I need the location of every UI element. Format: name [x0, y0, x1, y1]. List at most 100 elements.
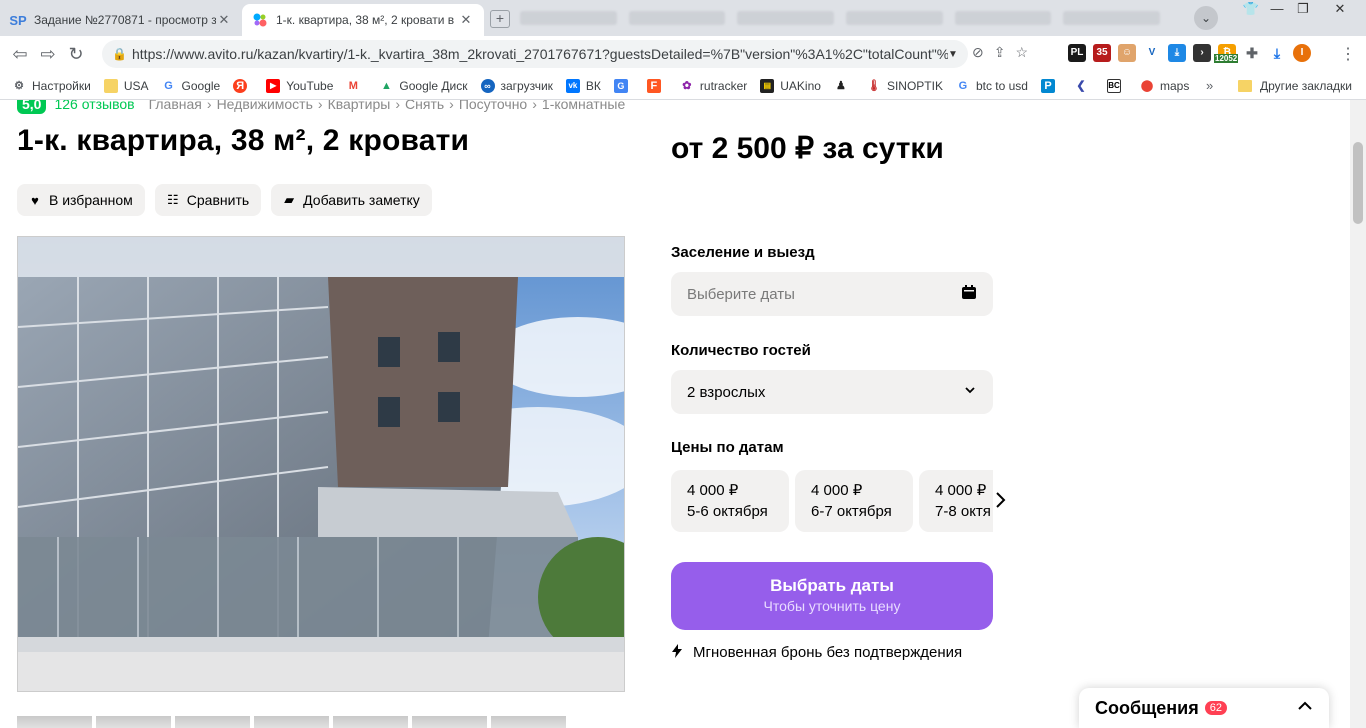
breadcrumb-separator-icon: ›	[395, 100, 401, 112]
breadcrumb-rent[interactable]: Снять	[405, 100, 444, 112]
page-content: 5,0 126 отзывов Главная › Недвижимость ›…	[0, 100, 1350, 728]
minimize-icon[interactable]: —	[1264, 0, 1290, 20]
bookmark-maps[interactable]: ⬤ maps	[1140, 79, 1190, 93]
globe-pl-icon[interactable]: PL	[1068, 44, 1086, 62]
tab-avito[interactable]: 1-к. квартира, 38 м², 2 кровати в ✕	[242, 4, 484, 36]
photo-thumbnail[interactable]	[491, 716, 566, 728]
bitcoin-icon[interactable]: ₿ 12052	[1214, 44, 1239, 63]
share-icon[interactable]: ⇪	[994, 44, 1006, 61]
bookmark-usa[interactable]: USA	[103, 78, 149, 93]
download-box-icon[interactable]: ⤓	[1168, 44, 1186, 62]
url-text[interactable]: https://www.avito.ru/kazan/kvartiry/1-k.…	[132, 46, 948, 62]
p-icon: P	[1040, 78, 1055, 93]
chevron-right-icon[interactable]	[994, 491, 1006, 514]
select-dates-button[interactable]: Выбрать даты Чтобы уточнить цену	[671, 562, 993, 630]
v-icon[interactable]: V	[1143, 44, 1161, 62]
scrollbar-thumb[interactable]	[1353, 142, 1363, 224]
arrow-icon: ❮	[1076, 80, 1086, 92]
tab-task[interactable]: SP Задание №2770871 - просмотр з ✕	[0, 4, 242, 36]
page-scrollbar[interactable]	[1350, 100, 1366, 728]
listing-main-photo[interactable]	[17, 236, 625, 692]
ext-35-icon[interactable]: 35	[1093, 44, 1111, 62]
bookmark-yandex[interactable]: Я	[233, 78, 253, 93]
tab-title: 1-к. квартира, 38 м², 2 кровати в	[276, 13, 455, 27]
bookmark-arrow[interactable]: ❮	[1074, 79, 1094, 93]
star-icon[interactable]: ☆	[1015, 44, 1028, 61]
photo-thumbnail[interactable]	[412, 716, 487, 728]
terminal-icon[interactable]: ›	[1193, 44, 1211, 62]
bookmark-silhouette[interactable]: ♟	[834, 79, 854, 93]
menu-icon[interactable]: ⋮	[1340, 44, 1356, 64]
compare-button[interactable]: ☷ Сравнить	[154, 184, 262, 216]
back-icon[interactable]: ⇦	[6, 40, 34, 68]
photo-thumbnails	[17, 716, 566, 728]
checkin-label: Заселение и выезд	[671, 244, 815, 261]
page-title: 1-к. квартира, 38 м², 2 кровати	[17, 124, 470, 157]
breadcrumb-apartments[interactable]: Квартиры	[328, 100, 391, 112]
url-dropdown-icon[interactable]: ▼	[948, 49, 968, 60]
more-bookmarks-icon[interactable]: »	[1206, 78, 1213, 93]
bookmark-btc[interactable]: Gbtc to usd	[956, 79, 1028, 93]
favorite-button[interactable]: ♥ В избранном	[17, 184, 145, 216]
photo-thumbnail[interactable]	[333, 716, 408, 728]
messages-widget[interactable]: Сообщения 62	[1079, 688, 1329, 728]
bookmark-sinoptik[interactable]: 🌡 SINOPTIK	[867, 79, 943, 93]
face-icon[interactable]: ☺	[1118, 44, 1136, 62]
close-tab-icon[interactable]: ✕	[458, 12, 474, 28]
breadcrumb: 5,0 126 отзывов Главная › Недвижимость ›…	[17, 100, 625, 114]
date-price-card[interactable]: 4 000 ₽ 5-6 октября	[671, 470, 789, 532]
bookmark-p[interactable]: P	[1040, 78, 1061, 93]
bookmark-f[interactable]: F	[646, 78, 667, 93]
breadcrumb-separator-icon: ›	[317, 100, 323, 112]
tab-search-icon[interactable]: ⌄	[1194, 6, 1218, 30]
heart-icon: ♥	[31, 192, 39, 208]
folder-icon	[103, 78, 118, 93]
gear-icon: ⚙	[14, 80, 24, 92]
photo-thumbnail[interactable]	[17, 716, 92, 728]
date-price-card[interactable]: 4 000 ₽ 6-7 октября	[795, 470, 913, 532]
infinity-icon: ∞	[480, 78, 495, 93]
bookmark-drive[interactable]: ▲ Google Диск	[379, 79, 468, 93]
photo-thumbnail[interactable]	[96, 716, 171, 728]
date-price-card[interactable]: 4 000 ₽ 7-8 октя	[919, 470, 993, 532]
bookmark-loader[interactable]: ∞ загрузчик	[480, 78, 553, 93]
flower-icon: ✿	[682, 80, 692, 92]
breadcrumb-realty[interactable]: Недвижимость	[217, 100, 313, 112]
other-bookmarks[interactable]: Другие закладки	[1238, 72, 1352, 100]
close-window-icon[interactable]: ✕	[1318, 0, 1362, 20]
bookmark-rutracker[interactable]: ✿ rutracker	[680, 79, 747, 93]
add-note-button[interactable]: ▰ Добавить заметку	[271, 184, 432, 216]
reload-icon[interactable]: ↻	[62, 40, 90, 68]
breadcrumb-home[interactable]: Главная	[149, 100, 202, 112]
photo-thumbnail[interactable]	[175, 716, 250, 728]
guests-select[interactable]: 2 взрослых	[671, 370, 993, 414]
bookmark-uakino[interactable]: ▤ UAKino	[760, 78, 821, 93]
shirt-icon[interactable]: 👕	[1238, 0, 1264, 20]
puzzle-icon[interactable]: ✚	[1243, 44, 1261, 62]
close-tab-icon[interactable]: ✕	[216, 12, 232, 28]
reviews-link[interactable]: 126 отзывов	[54, 100, 134, 112]
breadcrumb-one-room[interactable]: 1-комнатные	[542, 100, 625, 112]
downloads-icon[interactable]: ⤓	[1268, 44, 1286, 62]
bookmark-settings[interactable]: ⚙ Настройки	[12, 79, 91, 93]
bookmark-vk[interactable]: vk ВК	[565, 78, 601, 93]
breadcrumb-daily[interactable]: Посуточно	[459, 100, 527, 112]
background-tabs[interactable]	[520, 8, 1161, 28]
lightning-icon	[671, 644, 685, 661]
address-bar[interactable]: 🔒 https://www.avito.ru/kazan/kvartiry/1-…	[102, 40, 968, 68]
photo-thumbnail[interactable]	[254, 716, 329, 728]
new-tab-button[interactable]: +	[490, 10, 510, 28]
dates-picker[interactable]: Выберите даты	[671, 272, 993, 316]
profile-avatar[interactable]: I	[1293, 44, 1311, 62]
bookmark-translate[interactable]: G	[613, 78, 634, 93]
chevron-up-icon[interactable]	[1297, 699, 1313, 717]
bookmark-youtube[interactable]: ▶ YouTube	[266, 78, 333, 93]
avito-favicon-icon	[252, 12, 268, 28]
block-icon[interactable]: ⊘	[972, 44, 984, 61]
forward-icon[interactable]: ⇨	[34, 40, 62, 68]
bookmark-google[interactable]: G Google	[162, 79, 220, 93]
bookmark-bc[interactable]: BC	[1106, 78, 1127, 93]
bookmark-gmail[interactable]: M	[346, 79, 366, 93]
maximize-icon[interactable]: ❐	[1290, 0, 1316, 20]
lock-icon[interactable]: 🔒	[112, 47, 132, 61]
